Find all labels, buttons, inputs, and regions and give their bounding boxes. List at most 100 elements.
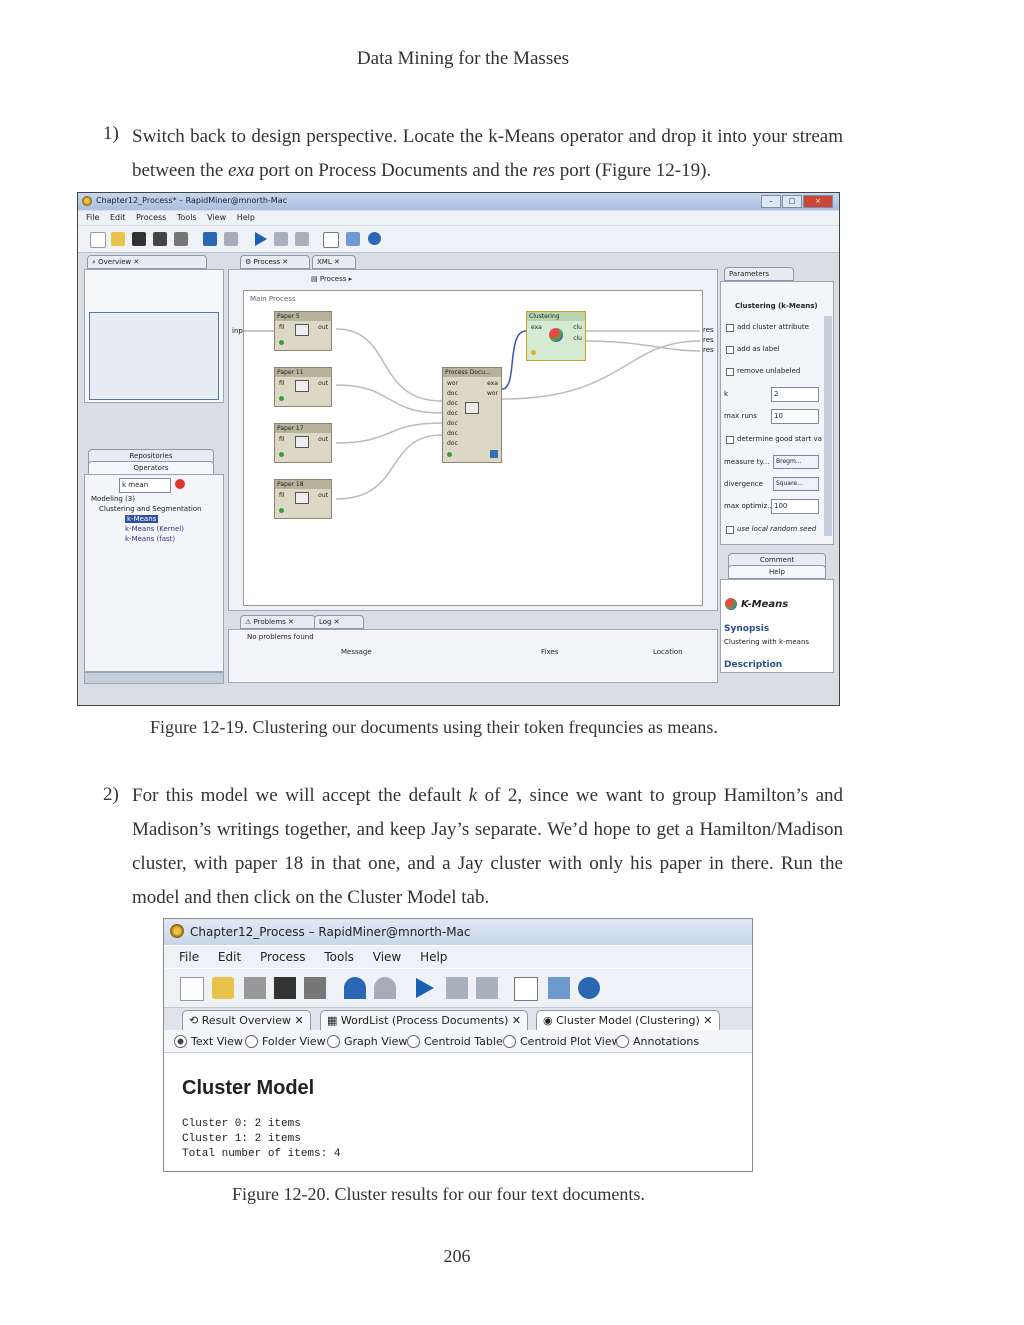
- divergence-select[interactable]: Square...: [773, 477, 819, 491]
- stop-icon[interactable]: [295, 232, 309, 246]
- new-file-icon[interactable]: [90, 232, 106, 248]
- info-icon[interactable]: [368, 232, 381, 245]
- add-as-label-checkbox[interactable]: [726, 346, 734, 354]
- operator-paper-5[interactable]: Paper 5 fil out: [274, 311, 332, 351]
- tab-wordlist[interactable]: ▦ WordList (Process Documents) ✕: [320, 1010, 529, 1031]
- close-button[interactable]: ×: [803, 195, 833, 208]
- measure-types-select[interactable]: Bregm...: [773, 455, 819, 469]
- operator-paper-11[interactable]: Paper 11 fil out: [274, 367, 332, 407]
- validate-icon[interactable]: [514, 977, 538, 1001]
- tab-operators[interactable]: Operators: [88, 461, 214, 475]
- info-icon[interactable]: [578, 977, 600, 999]
- maximize-button[interactable]: □: [782, 195, 802, 208]
- radio-text-view[interactable]: Text View: [174, 1035, 243, 1048]
- subprocess-icon[interactable]: [490, 450, 498, 458]
- breadcrumb[interactable]: ▤ Process ▸: [311, 275, 352, 283]
- radio-graph-view[interactable]: Graph View: [327, 1035, 407, 1048]
- run-icon[interactable]: [416, 978, 434, 998]
- cluster-model-content: Cluster Model Cluster 0: 2 items Cluster…: [164, 1053, 752, 1171]
- radio-centroid-plot-view[interactable]: Centroid Plot View: [503, 1035, 621, 1048]
- results-icon[interactable]: [346, 232, 360, 246]
- new-file-icon[interactable]: [180, 977, 204, 1001]
- add-cluster-attribute-checkbox[interactable]: [726, 324, 734, 332]
- tab-xml[interactable]: XML ✕: [312, 255, 356, 269]
- process-canvas[interactable]: Main Process Paper 5 fil out Paper 11 fi…: [232, 290, 703, 606]
- horizontal-scrollbar[interactable]: [84, 672, 224, 684]
- save-as-icon[interactable]: [274, 977, 296, 999]
- radio-annotations[interactable]: Annotations: [616, 1035, 699, 1048]
- radio-centroid-table[interactable]: Centroid Table: [407, 1035, 503, 1048]
- menu-help[interactable]: Help: [237, 213, 255, 222]
- tab-result-overview[interactable]: ⟲ Result Overview ✕: [182, 1010, 311, 1031]
- menu-file[interactable]: File: [86, 213, 99, 222]
- help-title: K-Means: [741, 599, 789, 610]
- results-icon[interactable]: [548, 977, 570, 999]
- operator-paper-18[interactable]: Paper 18 fil out: [274, 479, 332, 519]
- res-port-1[interactable]: res: [703, 326, 714, 334]
- redo-icon[interactable]: [224, 232, 238, 246]
- menu-edit[interactable]: Edit: [110, 213, 126, 222]
- clear-search-icon[interactable]: [175, 479, 185, 489]
- max-runs-input[interactable]: 10: [771, 409, 819, 424]
- remove-unlabeled-checkbox[interactable]: [726, 368, 734, 376]
- res-port-2[interactable]: res: [703, 336, 714, 344]
- tab-overview[interactable]: ⌕ Overview ✕: [87, 255, 207, 269]
- open-folder-icon[interactable]: [111, 232, 125, 246]
- col-location[interactable]: Location: [653, 648, 683, 656]
- menu-edit[interactable]: Edit: [218, 950, 241, 964]
- tab-log[interactable]: Log ✕: [314, 615, 364, 629]
- open-folder-icon[interactable]: [212, 977, 234, 999]
- menu-view[interactable]: View: [373, 950, 401, 964]
- print-icon[interactable]: [174, 232, 188, 246]
- run-icon[interactable]: [255, 232, 267, 246]
- menu-view[interactable]: View: [207, 213, 226, 222]
- minimize-button[interactable]: –: [761, 195, 781, 208]
- save-icon[interactable]: [244, 977, 266, 999]
- tree-item-clustering[interactable]: Clustering and Segmentation: [99, 505, 202, 513]
- col-message[interactable]: Message: [341, 648, 372, 656]
- overview-viewport[interactable]: [89, 312, 219, 400]
- menu-process[interactable]: Process: [136, 213, 166, 222]
- undo-icon[interactable]: [344, 977, 366, 999]
- print-icon[interactable]: [304, 977, 326, 999]
- save-icon[interactable]: [132, 232, 146, 246]
- tab-parameters[interactable]: Parameters: [724, 267, 794, 281]
- menu-help[interactable]: Help: [420, 950, 447, 964]
- tree-item-modeling[interactable]: Modeling (3): [91, 495, 135, 503]
- read-document-icon: [295, 324, 309, 336]
- tab-cluster-model[interactable]: ◉ Cluster Model (Clustering) ✕: [536, 1010, 720, 1031]
- figure-12-20-screenshot: Chapter12_Process – RapidMiner@mnorth-Ma…: [163, 918, 753, 1172]
- tab-help[interactable]: Help: [728, 565, 826, 579]
- pause-icon[interactable]: [274, 232, 288, 246]
- res-port-3[interactable]: res: [703, 346, 714, 354]
- menu-file[interactable]: File: [179, 950, 199, 964]
- max-optimization-input[interactable]: 100: [771, 499, 819, 514]
- measure-types-label: measure ty...: [724, 458, 770, 466]
- pause-icon[interactable]: [446, 977, 468, 999]
- tab-process[interactable]: ⚙ Process ✕: [240, 255, 310, 269]
- radio-folder-view[interactable]: Folder View: [245, 1035, 326, 1048]
- step-1-text: Switch back to design perspective. Locat…: [132, 126, 843, 181]
- stop-icon[interactable]: [476, 977, 498, 999]
- redo-icon[interactable]: [374, 977, 396, 999]
- tree-item-kmeans-fast[interactable]: k-Means (fast): [125, 535, 175, 543]
- determine-good-start-checkbox[interactable]: [726, 436, 734, 444]
- validate-icon[interactable]: [323, 232, 339, 248]
- k-input[interactable]: 2: [771, 387, 819, 402]
- col-fixes[interactable]: Fixes: [541, 648, 558, 656]
- operator-search-input[interactable]: k mean: [119, 478, 171, 493]
- menu-process[interactable]: Process: [260, 950, 306, 964]
- tab-problems[interactable]: ⚠ Problems ✕: [240, 615, 316, 629]
- operator-paper-17[interactable]: Paper 17 fil out: [274, 423, 332, 463]
- parameters-scrollbar[interactable]: [824, 316, 832, 536]
- tree-item-kmeans[interactable]: k-Means: [125, 515, 159, 523]
- operator-clustering[interactable]: Clustering exa clu clu: [526, 311, 586, 361]
- undo-icon[interactable]: [203, 232, 217, 246]
- tree-item-kmeans-kernel[interactable]: k-Means (Kernel): [125, 525, 184, 533]
- operator-process-documents[interactable]: Process Docu... wor doc doc doc doc doc …: [442, 367, 502, 463]
- use-local-random-seed-checkbox[interactable]: [726, 526, 734, 534]
- menu-tools[interactable]: Tools: [177, 213, 197, 222]
- menu-tools[interactable]: Tools: [324, 950, 354, 964]
- save-as-icon[interactable]: [153, 232, 167, 246]
- status-led-icon: [279, 452, 284, 457]
